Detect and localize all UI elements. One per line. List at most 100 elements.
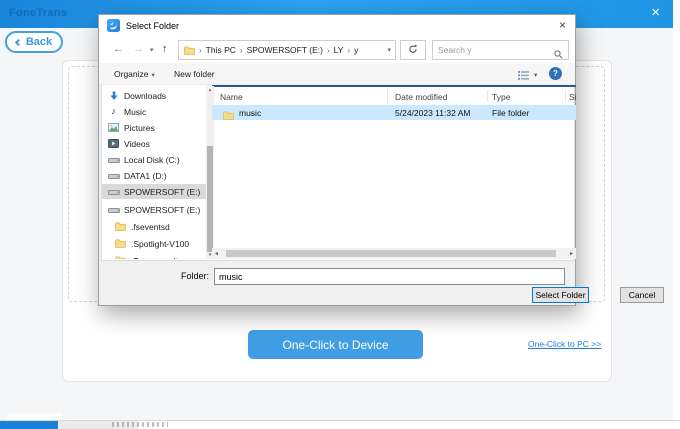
- column-header[interactable]: Size: [569, 92, 576, 102]
- sidebar-item[interactable]: SPOWERSOFT (E:): [102, 202, 206, 217]
- column-header[interactable]: Name: [220, 92, 243, 102]
- drive-icon: [107, 172, 120, 180]
- scroll-right-icon[interactable]: ▸: [570, 250, 573, 257]
- sidebar-item-label: .Spotlight-V100: [131, 239, 189, 249]
- app-logo-icon: [107, 19, 120, 32]
- column-header[interactable]: Type: [492, 92, 510, 102]
- dialog-sidebar: Downloads ♪MusicPictures Videos Local Disk …: [102, 86, 206, 259]
- folder-name-input[interactable]: [214, 268, 565, 285]
- sidebar-item[interactable]: SPOWERSOFT (E:): [102, 184, 206, 199]
- picture-icon: [107, 123, 120, 132]
- column-header[interactable]: Date modified: [395, 92, 447, 102]
- drive-icon: [107, 188, 120, 196]
- sidebar-item[interactable]: Local Disk (C:): [102, 152, 206, 167]
- file-name: music: [239, 108, 261, 118]
- clipped-element: [7, 413, 62, 420]
- address-box[interactable]: ›This PC›SPOWERSOFT (E:)›LY›y ▾: [178, 40, 396, 60]
- folder-field-label: Folder:: [155, 271, 209, 281]
- nav-back-icon[interactable]: ←: [113, 42, 124, 56]
- download-icon: [107, 91, 120, 101]
- sidebar-item[interactable]: .TemporaryItems: [102, 253, 206, 259]
- horizontal-scrollbar[interactable]: ◂ ▸: [212, 248, 576, 259]
- sidebar-item-label: Videos: [124, 139, 150, 149]
- screen: FoneTrans × Back One-Click to Device One…: [0, 0, 680, 429]
- folder-icon: [114, 222, 127, 231]
- scrollbar-thumb[interactable]: [226, 250, 556, 257]
- drive-icon: [107, 206, 120, 214]
- folder-icon: [223, 107, 234, 125]
- folder-icon: [183, 46, 196, 55]
- view-options-caret-icon[interactable]: ▾: [534, 71, 537, 79]
- dialog-close-icon[interactable]: ×: [559, 18, 566, 32]
- address-separator: ›: [240, 46, 243, 55]
- sidebar-item[interactable]: Pictures: [102, 120, 206, 135]
- sidebar-item-label: Local Disk (C:): [124, 155, 180, 165]
- cancel-button[interactable]: Cancel: [620, 287, 664, 303]
- sidebar-item[interactable]: .Spotlight-V100: [102, 236, 206, 251]
- search-icon: [554, 46, 563, 64]
- dialog-title: Select Folder: [126, 21, 179, 31]
- sidebar-item-label: .TemporaryItems: [131, 256, 194, 260]
- back-button[interactable]: Back: [5, 31, 63, 53]
- organize-button[interactable]: Organize▾: [114, 69, 155, 79]
- file-list-header: Name ˆ Date modified Type Size: [212, 87, 576, 104]
- chevron-down-icon: ▾: [152, 72, 155, 79]
- select-folder-button[interactable]: Select Folder: [532, 287, 589, 303]
- one-click-to-pc-link[interactable]: One-Click to PC >>: [528, 339, 601, 349]
- folder-icon: [114, 256, 127, 259]
- search-input[interactable]: [438, 42, 553, 58]
- clipped-text-fragment: [112, 422, 168, 427]
- new-folder-button[interactable]: New folder: [174, 69, 215, 79]
- address-segment[interactable]: y: [354, 45, 358, 55]
- nav-up-icon[interactable]: ↑: [162, 42, 168, 56]
- folder-icon: [114, 239, 127, 248]
- dialog-titlebar[interactable]: Select Folder ×: [99, 15, 575, 37]
- sidebar-item[interactable]: DATA1 (D:): [102, 168, 206, 183]
- page-background-strip: [673, 0, 680, 429]
- back-button-label: Back: [26, 36, 52, 48]
- address-segment[interactable]: LY: [334, 45, 344, 55]
- file-list-rows: music 5/24/2023 11:32 AM File folder: [212, 105, 576, 247]
- sidebar-item[interactable]: ♪Music: [102, 104, 206, 119]
- sidebar-item[interactable]: Downloads: [102, 88, 206, 103]
- one-click-to-device-button[interactable]: One-Click to Device: [248, 330, 423, 359]
- address-bar-row: ← → ▾ ↑ ›This PC›SPOWERSOFT (E:)›LY›y ▾: [99, 37, 575, 63]
- address-separator: ›: [327, 46, 330, 55]
- nav-forward-icon[interactable]: →: [133, 42, 144, 56]
- file-type: File folder: [492, 108, 529, 118]
- address-segment[interactable]: SPOWERSOFT (E:): [247, 45, 323, 55]
- refresh-button[interactable]: [400, 40, 426, 60]
- sidebar-item-label: Music: [124, 107, 146, 117]
- close-icon[interactable]: ×: [651, 4, 660, 21]
- column-divider: [565, 90, 566, 102]
- file-row[interactable]: music 5/24/2023 11:32 AM File folder: [212, 105, 576, 120]
- drive-icon: [107, 156, 120, 164]
- file-date-modified: 5/24/2023 11:32 AM: [395, 108, 470, 118]
- chevron-left-icon: [15, 39, 22, 46]
- address-separator: ›: [199, 46, 202, 55]
- column-divider: [487, 90, 488, 102]
- address-dropdown-icon[interactable]: ▾: [387, 46, 391, 54]
- bottom-area: [0, 382, 673, 420]
- column-divider: [387, 90, 388, 102]
- sort-ascending-icon: ˆ: [300, 87, 303, 94]
- sidebar-item-label: SPOWERSOFT (E:): [124, 187, 200, 197]
- dialog-main-area: Downloads ♪MusicPictures Videos Local Disk …: [101, 85, 575, 261]
- app-title: FoneTrans: [9, 7, 67, 19]
- sidebar-item[interactable]: .fseventsd: [102, 219, 206, 234]
- video-icon: [107, 139, 120, 148]
- help-icon[interactable]: ?: [549, 67, 562, 80]
- address-separator: ›: [347, 46, 350, 55]
- scroll-left-icon[interactable]: ◂: [215, 250, 218, 257]
- clipped-blue-bar: [0, 421, 58, 429]
- sidebar-item-label: .fseventsd: [131, 222, 170, 232]
- address-segment[interactable]: This PC: [206, 45, 236, 55]
- sidebar-item-label: SPOWERSOFT (E:): [124, 205, 200, 215]
- list-view-icon[interactable]: [517, 68, 530, 86]
- sidebar-item-label: Downloads: [124, 91, 166, 101]
- nav-recent-caret-icon[interactable]: ▾: [150, 44, 154, 58]
- address-segments: ›This PC›SPOWERSOFT (E:)›LY›y: [196, 45, 359, 55]
- select-folder-dialog: Select Folder × ← → ▾ ↑ › This PC › SPOWERS…: [98, 14, 576, 306]
- sidebar-item[interactable]: Videos: [102, 136, 206, 151]
- dialog-toolbar: Organize▾ New folder ▾ ?: [99, 63, 575, 85]
